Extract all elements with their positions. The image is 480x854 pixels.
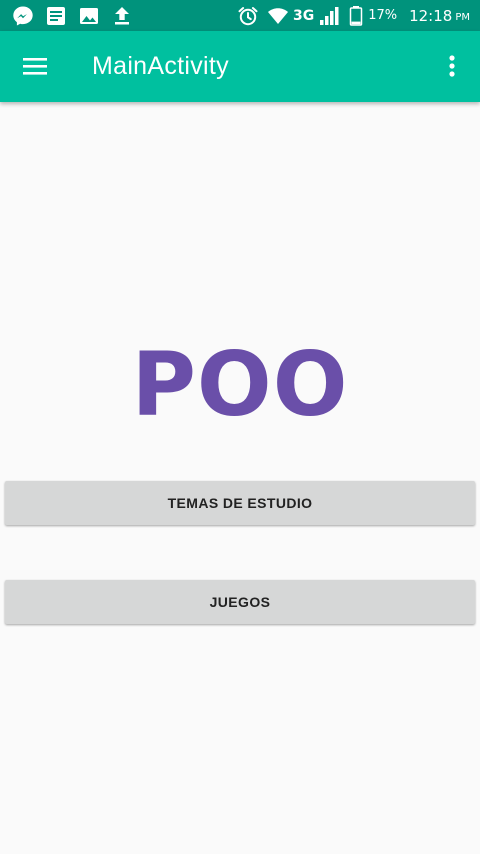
clock-ampm: PM bbox=[455, 11, 470, 23]
more-vert-icon bbox=[449, 55, 455, 77]
app-title: MainActivity bbox=[92, 52, 229, 80]
temas-de-estudio-button[interactable]: TEMAS DE ESTUDIO bbox=[5, 481, 475, 525]
overflow-menu-button[interactable] bbox=[428, 42, 476, 90]
clock-time: 12:18 bbox=[409, 6, 453, 25]
upload-icon bbox=[111, 5, 133, 27]
wifi-icon bbox=[267, 7, 288, 24]
menu-button[interactable] bbox=[11, 42, 59, 90]
status-bar: 3G 17% 12:18 PM bbox=[0, 0, 480, 31]
image-icon bbox=[78, 5, 100, 27]
network-type: 3G bbox=[292, 7, 315, 24]
app-bar: MainActivity bbox=[0, 31, 480, 102]
hamburger-menu-icon bbox=[23, 58, 47, 75]
notification-icons bbox=[12, 4, 133, 27]
battery-icon bbox=[349, 5, 363, 26]
battery-percent: 17% bbox=[368, 8, 398, 23]
messenger-icon bbox=[12, 5, 34, 27]
alarm-icon bbox=[238, 6, 258, 25]
juegos-button[interactable]: JUEGOS bbox=[5, 580, 475, 624]
notes-icon bbox=[45, 5, 67, 27]
main-title: POO bbox=[131, 333, 349, 436]
system-icons: 3G 17% 12:18 PM bbox=[237, 4, 470, 27]
signal-icon bbox=[320, 6, 339, 25]
